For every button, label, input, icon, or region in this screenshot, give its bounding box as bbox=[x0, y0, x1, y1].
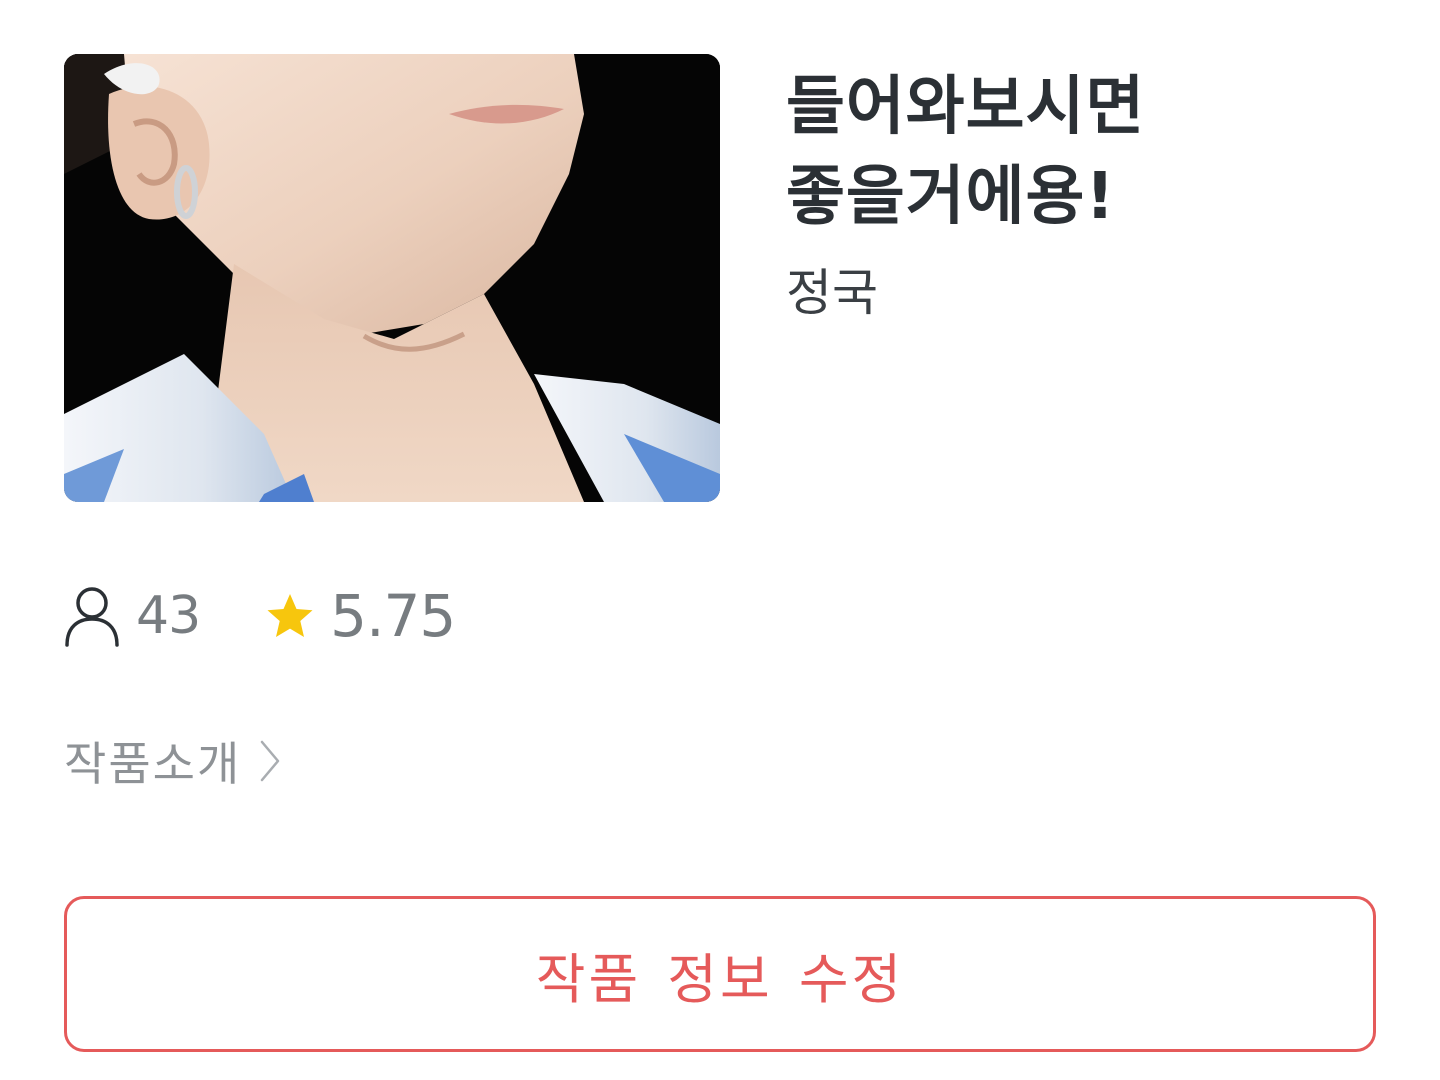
author-name[interactable]: 정국 bbox=[786, 258, 878, 328]
stats-row: 43 5.75 bbox=[64, 580, 456, 652]
edit-work-info-button[interactable]: 작품 정보 수정 bbox=[64, 896, 1376, 1052]
reader-stat: 43 bbox=[64, 585, 201, 647]
work-title-line1: 들어와보시면 bbox=[786, 70, 1146, 144]
work-title-line2: 좋을거에용! bbox=[786, 160, 1116, 234]
reader-count: 43 bbox=[136, 586, 201, 646]
cover-image[interactable] bbox=[64, 54, 720, 502]
intro-link[interactable]: 작품소개 bbox=[64, 728, 281, 794]
intro-label: 작품소개 bbox=[64, 737, 242, 791]
work-detail-page: 들어와보시면 좋을거에용! 정국 43 5.75 작품소개 작품 정보 수정 bbox=[0, 0, 1440, 1080]
cover-illustration bbox=[64, 54, 720, 502]
chevron-right-icon bbox=[261, 740, 280, 782]
person-icon bbox=[65, 587, 119, 647]
rating-stat: 5.75 bbox=[266, 582, 456, 650]
rating-value: 5.75 bbox=[330, 582, 456, 650]
star-icon bbox=[267, 594, 313, 637]
edit-work-info-label: 작품 정보 수정 bbox=[535, 947, 905, 1011]
work-title: 들어와보시면 좋을거에용! bbox=[786, 62, 1386, 242]
